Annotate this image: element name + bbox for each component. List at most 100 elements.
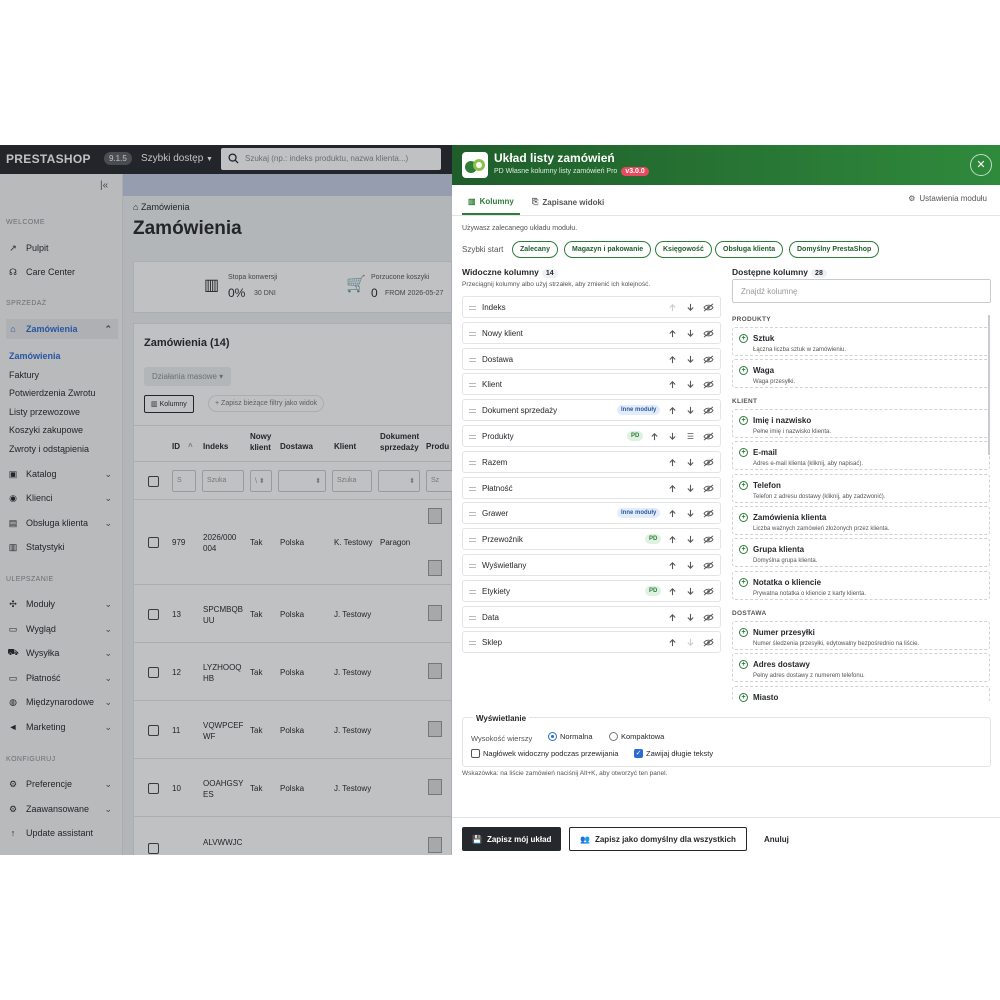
move-up-icon[interactable] [667,354,678,365]
move-up-icon[interactable] [667,508,678,519]
add-column-icon[interactable]: + [739,366,748,375]
available-column-item[interactable]: + Imię i nazwisko Pełne imię i nazwisko kl… [732,409,990,438]
visible-column-item[interactable]: Dostawa [462,347,721,370]
available-column-item[interactable]: + Waga Waga przesyłki. [732,359,990,388]
move-up-icon[interactable] [667,560,678,571]
available-column-item[interactable]: + Numer przesyłki Numer śledzenia przesyłk… [732,621,990,650]
drag-handle-icon[interactable] [469,383,476,388]
sticky-header-checkbox[interactable] [471,749,480,758]
move-down-icon[interactable] [667,431,678,442]
move-up-icon[interactable] [667,457,678,468]
drag-handle-icon[interactable] [469,538,476,543]
available-column-item[interactable]: + Miasto [732,686,990,702]
close-icon[interactable]: ✕ [970,154,992,176]
preset-recommended[interactable]: Zalecany [512,241,558,258]
module-settings-link[interactable]: ⚙ Ustawienia modułu [908,194,987,203]
drag-handle-icon[interactable] [469,306,476,310]
save-default-button[interactable]: 👥 Zapisz jako domyślny dla wszystkich [569,827,747,851]
hide-column-icon[interactable] [703,508,714,519]
available-column-item[interactable]: + E-mail Adres e-mail klienta (kliknij, ab… [732,441,990,470]
drag-handle-icon[interactable] [469,409,476,414]
hide-column-icon[interactable] [703,560,714,571]
add-column-icon[interactable]: + [739,513,748,522]
preset-accounting[interactable]: Księgowość [655,241,712,258]
available-column-item[interactable]: + Sztuk Łączna liczba sztuk w zamówieniu. [732,327,990,356]
visible-column-item[interactable]: Produkty PD ☰ [462,425,721,447]
wrap-text-checkbox[interactable]: ✓ [634,749,643,758]
tab-columns[interactable]: ▥ Kolumny [462,189,520,215]
move-down-icon[interactable] [685,354,696,365]
move-up-icon[interactable] [667,612,678,623]
drag-handle-icon[interactable] [469,564,476,568]
hide-column-icon[interactable] [703,586,714,597]
add-column-icon[interactable]: + [739,334,748,343]
visible-column-item[interactable]: Przewoźnik PD [462,528,721,551]
hide-column-icon[interactable] [703,637,714,648]
hide-column-icon[interactable] [703,328,714,339]
add-column-icon[interactable]: + [739,693,748,702]
visible-column-item[interactable]: Płatność [462,476,721,499]
cancel-button[interactable]: Anuluj [754,827,799,851]
modal-backdrop[interactable] [0,145,452,855]
available-column-item[interactable]: + Notatka o kliencie Prywatna notatka o kl… [732,571,990,600]
drag-handle-icon[interactable] [469,357,476,362]
move-up-icon[interactable] [667,534,678,545]
hide-column-icon[interactable] [703,483,714,494]
drag-handle-icon[interactable] [469,589,476,594]
column-options-icon[interactable]: ☰ [685,431,696,442]
move-up-icon[interactable] [667,637,678,648]
available-column-item[interactable]: + Zamówienia klienta Liczba ważnych zamówi… [732,506,990,535]
visible-column-item[interactable]: Wyświetlany [462,554,721,576]
add-column-icon[interactable]: + [739,660,748,669]
move-down-icon[interactable] [685,534,696,545]
hide-column-icon[interactable] [703,302,714,313]
visible-column-item[interactable]: Grawer Inne moduły [462,502,721,525]
move-down-icon[interactable] [685,405,696,416]
move-up-icon[interactable] [649,431,660,442]
available-column-item[interactable]: + Adres dostawy Pełny adres dostawy z nume… [732,653,990,682]
add-column-icon[interactable]: + [739,545,748,554]
add-column-icon[interactable]: + [739,448,748,457]
save-my-layout-button[interactable]: 💾 Zapisz mój układ [462,827,562,851]
visible-column-item[interactable]: Razem [462,450,721,473]
move-down-icon[interactable] [685,637,696,648]
move-up-icon[interactable] [667,405,678,416]
tab-saved-views[interactable]: ⎘ Zapisane widoki [532,189,604,215]
find-column-input[interactable]: Znajdź kolumnę [732,279,991,303]
hide-column-icon[interactable] [703,457,714,468]
visible-column-item[interactable]: Nowy klient [462,321,721,344]
hide-column-icon[interactable] [703,612,714,623]
add-column-icon[interactable]: + [739,416,748,425]
drag-handle-icon[interactable] [469,460,476,465]
row-height-compact-radio[interactable] [609,732,618,741]
move-down-icon[interactable] [685,302,696,313]
hide-column-icon[interactable] [703,534,714,545]
move-down-icon[interactable] [685,379,696,390]
drag-handle-icon[interactable] [469,641,476,646]
add-column-icon[interactable]: + [739,481,748,490]
move-down-icon[interactable] [685,328,696,339]
visible-column-item[interactable]: Klient [462,373,721,396]
row-height-normal-radio[interactable] [548,732,557,741]
visible-column-item[interactable]: Etykiety PD [462,579,721,602]
move-up-icon[interactable] [667,379,678,390]
drag-handle-icon[interactable] [469,512,476,517]
move-down-icon[interactable] [685,508,696,519]
visible-column-item[interactable]: Indeks [462,296,721,318]
move-up-icon[interactable] [667,586,678,597]
move-down-icon[interactable] [685,483,696,494]
move-up-icon[interactable] [667,328,678,339]
add-column-icon[interactable]: + [739,628,748,637]
visible-column-item[interactable]: Sklep [462,631,721,654]
drag-handle-icon[interactable] [469,615,476,620]
move-down-icon[interactable] [685,457,696,468]
scrollbar[interactable] [988,315,990,455]
preset-warehouse[interactable]: Magazyn i pakowanie [564,241,652,258]
available-column-item[interactable]: + Grupa klienta Domyślna grupa klienta. [732,538,990,567]
preset-prestashop-default[interactable]: Domyślny PrestaShop [789,241,880,258]
move-up-icon[interactable] [667,483,678,494]
move-down-icon[interactable] [685,586,696,597]
preset-customer-service[interactable]: Obsługa klienta [715,241,784,258]
hide-column-icon[interactable] [703,379,714,390]
drag-handle-icon[interactable] [469,331,476,336]
